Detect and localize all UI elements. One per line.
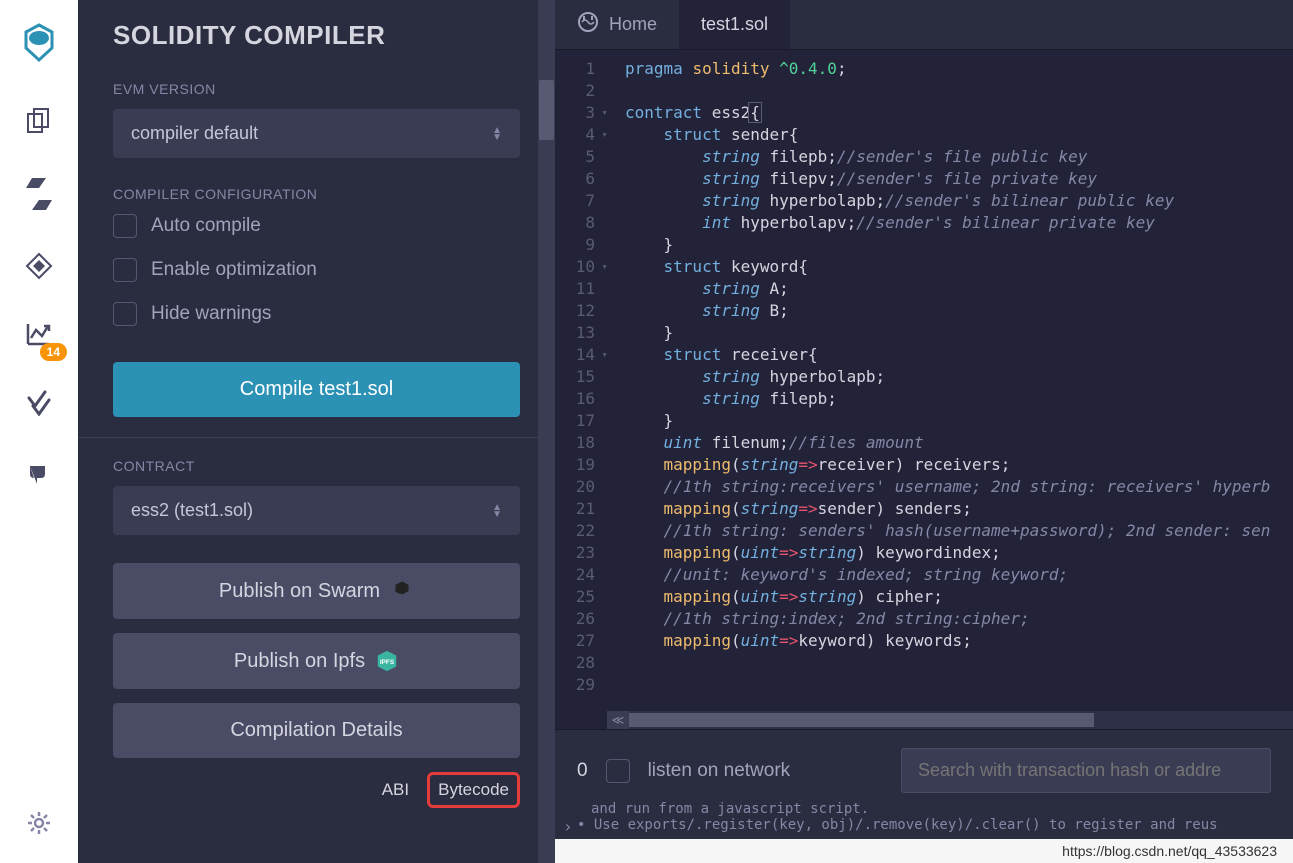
settings-icon[interactable] (24, 808, 54, 843)
scroll-left-icon[interactable]: ≪ (607, 711, 629, 729)
logo-icon[interactable] (19, 20, 59, 71)
scrollbar-thumb[interactable] (539, 80, 554, 140)
listen-count: 0 (577, 760, 588, 782)
svg-text:IPFS: IPFS (380, 659, 395, 666)
deploy-icon[interactable] (25, 252, 53, 285)
checkbox-icon (113, 302, 137, 326)
tab-home-label: Home (609, 14, 657, 35)
compiler-config-label: COMPILER CONFIGURATION (113, 186, 520, 202)
evm-version-value: compiler default (131, 123, 258, 144)
console-output: and run from a javascript script. Use ex… (555, 801, 1293, 839)
compiler-panel: SOLIDITY COMPILER EVM VERSION compiler d… (78, 0, 555, 863)
contract-label: CONTRACT (113, 458, 520, 474)
listen-checkbox[interactable] (606, 759, 630, 783)
checkbox-icon (113, 214, 137, 238)
publish-ipfs-button[interactable]: Publish on Ipfs IPFS (113, 633, 520, 689)
icon-sidebar: 14 (0, 0, 78, 863)
ipfs-icon: IPFS (375, 649, 399, 673)
enable-optimization-checkbox[interactable]: Enable optimization (113, 258, 520, 282)
tx-search-input[interactable] (901, 748, 1271, 793)
solidity-icon[interactable] (26, 176, 52, 217)
panel-title: SOLIDITY COMPILER (113, 20, 520, 51)
publish-swarm-label: Publish on Swarm (219, 580, 380, 603)
listen-label: listen on network (648, 760, 791, 782)
plugin-icon[interactable] (24, 456, 54, 491)
panel-divider (78, 437, 555, 438)
tab-file[interactable]: test1.sol (679, 0, 790, 49)
publish-ipfs-label: Publish on Ipfs (234, 650, 365, 673)
terminal-bar: 0 listen on network (555, 729, 1293, 801)
chevron-updown-icon: ▲▼ (492, 127, 502, 141)
hscroll-thumb[interactable] (629, 713, 1094, 727)
auto-compile-checkbox[interactable]: Auto compile (113, 214, 520, 238)
test-icon[interactable] (25, 388, 53, 421)
tab-home[interactable]: Home (555, 0, 679, 49)
hide-warnings-checkbox[interactable]: Hide warnings (113, 302, 520, 326)
panel-scrollbar[interactable] (538, 0, 555, 863)
line-gutter: 1234567891011121314151617181920212223242… (555, 50, 607, 729)
status-bar: https://blog.csdn.net/qq_43533623 (555, 839, 1293, 863)
console-line: Use exports/.register(key, obj)/.remove(… (577, 817, 1271, 833)
editor-area: Home test1.sol 1234567891011121314151617… (555, 0, 1293, 863)
code-editor[interactable]: 1234567891011121314151617181920212223242… (555, 50, 1293, 729)
analysis-badge: 14 (40, 343, 67, 361)
home-icon (577, 11, 599, 38)
bytecode-link[interactable]: Bytecode (427, 772, 520, 808)
evm-version-select[interactable]: compiler default ▲▼ (113, 109, 520, 158)
enable-optimization-label: Enable optimization (151, 259, 317, 281)
evm-version-label: EVM VERSION (113, 81, 520, 97)
editor-tabs: Home test1.sol (555, 0, 1293, 50)
console-line: and run from a javascript script. (577, 801, 1271, 817)
hide-warnings-label: Hide warnings (151, 303, 271, 325)
expand-console-icon[interactable]: › (563, 817, 573, 836)
swarm-icon (390, 579, 414, 603)
editor-hscrollbar[interactable]: ≪ (607, 711, 1293, 729)
chevron-updown-icon: ▲▼ (492, 504, 502, 518)
compilation-details-button[interactable]: Compilation Details (113, 703, 520, 758)
auto-compile-label: Auto compile (151, 215, 261, 237)
compile-button[interactable]: Compile test1.sol (113, 362, 520, 417)
contract-select[interactable]: ess2 (test1.sol) ▲▼ (113, 486, 520, 535)
abi-link[interactable]: ABI (374, 775, 417, 805)
publish-swarm-button[interactable]: Publish on Swarm (113, 563, 520, 619)
checkbox-icon (113, 258, 137, 282)
code-content[interactable]: pragma solidity ^0.4.0; contract ess2{ s… (607, 50, 1293, 729)
files-icon[interactable] (24, 106, 54, 141)
analysis-icon[interactable]: 14 (25, 320, 53, 353)
contract-value: ess2 (test1.sol) (131, 500, 253, 521)
tab-file-label: test1.sol (701, 14, 768, 35)
